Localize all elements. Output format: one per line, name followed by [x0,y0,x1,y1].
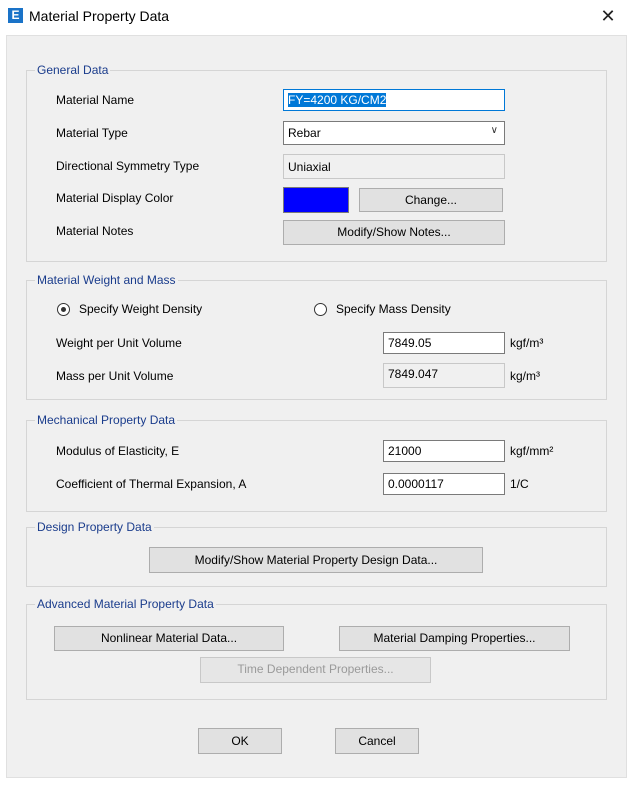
modify-notes-button[interactable]: Modify/Show Notes... [283,220,505,245]
mass-per-volume-field: 7849.047 [383,363,505,388]
weight-mass-legend: Material Weight and Mass [35,273,178,287]
close-icon[interactable]: ✕ [593,4,623,28]
cancel-button[interactable]: Cancel [335,728,419,754]
thermal-expansion-unit: 1/C [510,477,529,491]
damping-properties-button[interactable]: Material Damping Properties... [339,626,570,651]
weight-per-volume-input[interactable]: 7849.05 [383,332,505,354]
title-bar: E Material Property Data ✕ [0,0,631,34]
directional-symmetry-label: Directional Symmetry Type [56,159,200,173]
material-name-label: Material Name [56,93,135,107]
design-data-button[interactable]: Modify/Show Material Property Design Dat… [149,547,483,573]
modulus-label: Modulus of Elasticity, E [56,444,180,458]
dialog-body: General Data Material Name FY=4200 KG/CM… [6,35,627,778]
mass-density-label[interactable]: Specify Mass Density [336,302,451,316]
weight-per-volume-label: Weight per Unit Volume [56,336,182,350]
general-data-group: General Data Material Name FY=4200 KG/CM… [26,63,607,262]
general-data-legend: General Data [35,63,111,77]
design-property-group: Design Property Data Modify/Show Materia… [26,520,607,587]
display-color-swatch[interactable] [283,187,349,213]
weight-mass-group: Material Weight and Mass Specify Weight … [26,273,607,400]
nonlinear-data-button[interactable]: Nonlinear Material Data... [54,626,284,651]
thermal-expansion-label: Coefficient of Thermal Expansion, A [56,477,247,491]
mass-unit: kg/m³ [510,369,540,383]
mass-per-volume-label: Mass per Unit Volume [56,369,174,383]
directional-symmetry-value: Uniaxial [288,160,331,174]
window-title: Material Property Data [29,8,170,24]
material-type-label: Material Type [56,126,128,140]
material-type-value: Rebar [288,126,321,140]
weight-density-radio[interactable] [57,303,70,316]
time-dependent-button: Time Dependent Properties... [200,657,431,683]
modulus-unit: kgf/mm² [510,444,554,458]
chevron-down-icon: ∨ [490,125,498,136]
mechanical-property-group: Mechanical Property Data Modulus of Elas… [26,413,607,512]
mechanical-property-legend: Mechanical Property Data [35,413,178,427]
change-color-button[interactable]: Change... [359,188,503,212]
modulus-input[interactable]: 21000 [383,440,505,462]
design-property-legend: Design Property Data [35,520,154,534]
directional-symmetry-field: Uniaxial [283,154,505,179]
material-name-value: FY=4200 KG/CM2 [288,93,387,107]
mass-density-radio[interactable] [314,303,327,316]
advanced-property-group: Advanced Material Property Data Nonlinea… [26,597,607,700]
material-name-input[interactable]: FY=4200 KG/CM2 [283,89,505,111]
display-color-label: Material Display Color [56,191,174,205]
radio-selected-dot [61,307,66,312]
app-icon: E [8,8,23,23]
material-type-select[interactable]: Rebar ∨ [283,121,505,145]
weight-density-label[interactable]: Specify Weight Density [79,302,202,316]
advanced-property-legend: Advanced Material Property Data [35,597,216,611]
ok-button[interactable]: OK [198,728,282,754]
weight-unit: kgf/m³ [510,336,544,350]
thermal-expansion-input[interactable]: 0.0000117 [383,473,505,495]
material-notes-label: Material Notes [56,224,134,238]
